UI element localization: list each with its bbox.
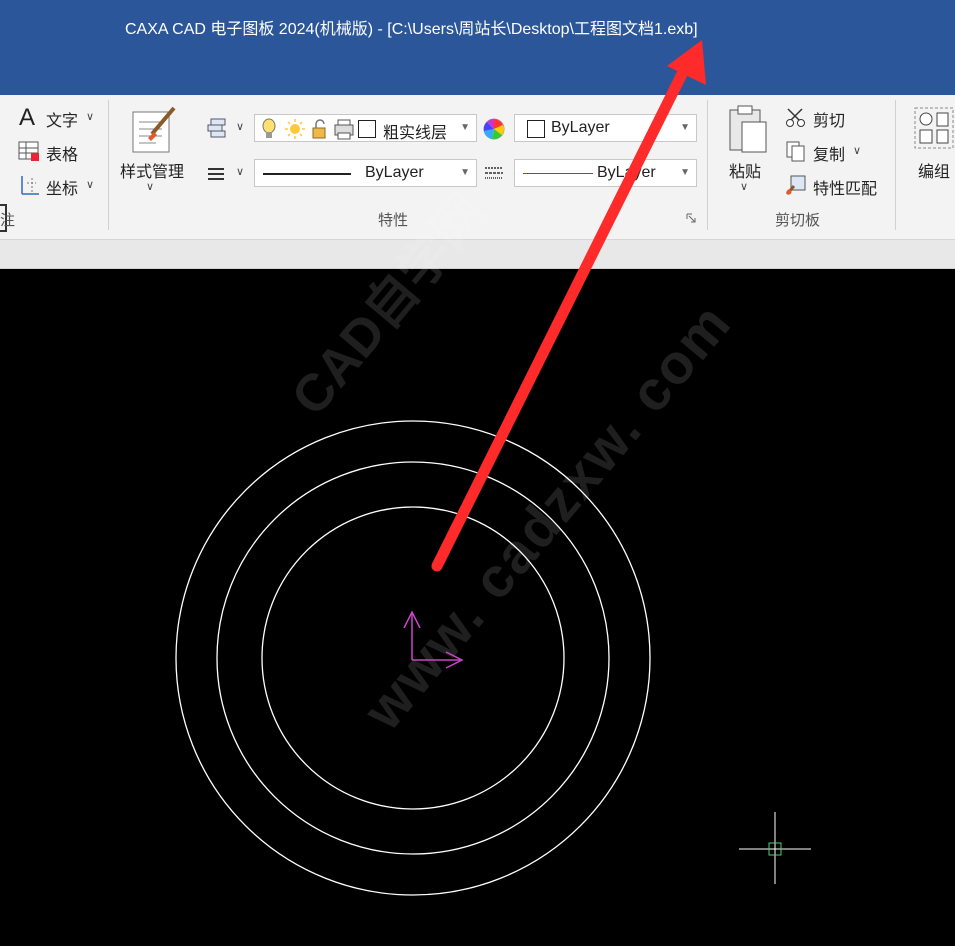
crosshair-cursor [739, 812, 811, 884]
middle-circle[interactable] [216, 461, 610, 855]
outer-circle[interactable] [175, 420, 651, 896]
red-annotation-arrow [431, 40, 706, 572]
inner-circle[interactable] [261, 506, 565, 810]
ucs-axis-icon [403, 610, 464, 669]
canvas-overlay [175, 40, 811, 896]
